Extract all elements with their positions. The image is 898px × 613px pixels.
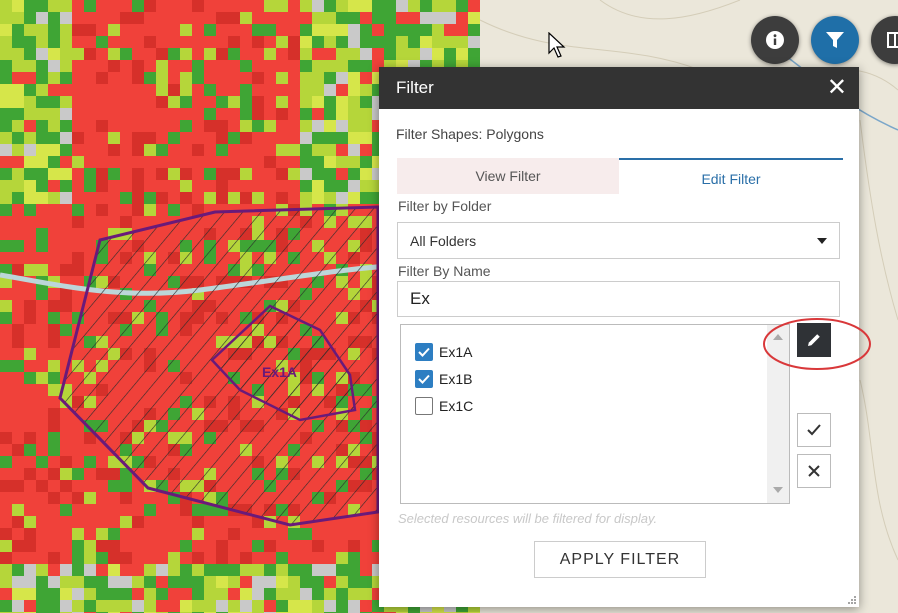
info-icon — [766, 31, 784, 49]
resize-handle-icon[interactable] — [847, 595, 857, 605]
check-icon — [418, 374, 430, 384]
dialog-header: Filter ✕ — [379, 67, 859, 109]
list-item[interactable]: Ex1B — [415, 368, 472, 390]
checkbox-checked[interactable] — [415, 343, 433, 361]
filter-tabs: View Filter Edit Filter — [397, 158, 843, 194]
filter-shapes-label: Filter Shapes: Polygons — [396, 126, 544, 142]
edit-list-button[interactable] — [797, 323, 831, 357]
name-filter-label: Filter By Name — [398, 263, 491, 279]
scroll-down-icon[interactable] — [773, 487, 783, 493]
list-item-label: Ex1A — [439, 344, 473, 360]
chevron-down-icon — [817, 237, 827, 244]
resource-list[interactable]: Ex1A Ex1B Ex1C — [400, 324, 790, 504]
filter-icon — [826, 32, 844, 48]
close-icon[interactable]: ✕ — [827, 76, 847, 100]
checkbox-unchecked[interactable] — [415, 397, 433, 415]
name-filter-input[interactable] — [397, 281, 840, 317]
folder-label: Filter by Folder — [398, 198, 492, 214]
tab-edit-filter[interactable]: Edit Filter — [619, 158, 843, 194]
scroll-up-icon[interactable] — [773, 334, 783, 340]
folder-select[interactable]: All Folders — [397, 222, 840, 259]
layers-icon — [887, 32, 898, 48]
polygon-label: Ex1A — [262, 364, 297, 380]
dialog-title: Filter — [396, 78, 434, 97]
folder-select-value: All Folders — [410, 232, 477, 249]
list-item-label: Ex1C — [439, 398, 474, 414]
info-button[interactable] — [751, 16, 799, 64]
cancel-button[interactable] — [797, 454, 831, 488]
check-icon — [807, 424, 821, 436]
filter-dialog: Filter ✕ Filter Shapes: Polygons View Fi… — [379, 67, 859, 607]
list-scrollbar[interactable] — [767, 325, 789, 503]
check-icon — [418, 347, 430, 357]
confirm-button[interactable] — [797, 413, 831, 447]
list-item[interactable]: Ex1C — [415, 395, 473, 417]
tab-view-filter[interactable]: View Filter — [397, 158, 619, 194]
filter-hint: Selected resources will be filtered for … — [398, 511, 658, 526]
filter-button[interactable] — [811, 16, 859, 64]
close-icon — [808, 465, 820, 477]
checkbox-checked[interactable] — [415, 370, 433, 388]
list-item[interactable]: Ex1A — [415, 341, 472, 363]
apply-filter-button[interactable]: APPLY FILTER — [534, 541, 706, 578]
pencil-icon — [808, 334, 820, 346]
list-item-label: Ex1B — [439, 371, 473, 387]
